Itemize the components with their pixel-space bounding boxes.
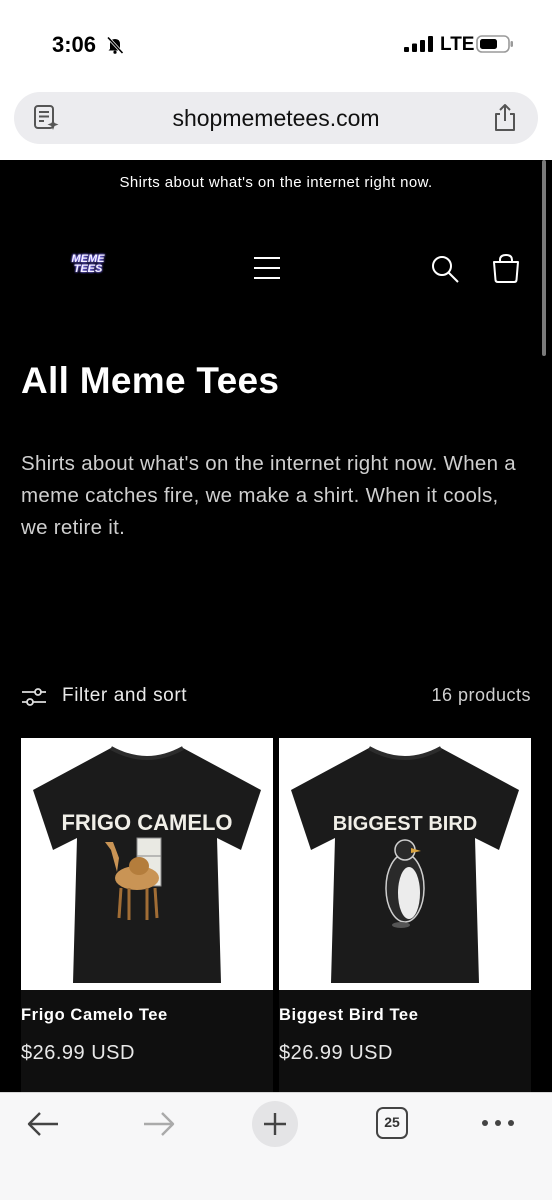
shirt-print-text: FRIGO CAMELO [61, 810, 232, 835]
battery-icon [476, 35, 513, 53]
product-count: 16 products [431, 685, 531, 705]
back-arrow-icon[interactable] [26, 1109, 60, 1139]
filter-sliders-icon[interactable] [21, 686, 47, 708]
bell-muted-icon [106, 36, 124, 54]
product-image[interactable]: FRIGO CAMELO [21, 738, 273, 990]
site-logo[interactable]: MEME TEES [70, 254, 106, 280]
collection-description: Shirts about what's on the internet righ… [21, 452, 517, 539]
announcement-bar: Shirts about what's on the internet righ… [119, 174, 433, 191]
product-price: $26.99 USD [21, 1042, 135, 1064]
network-label: LTE [440, 34, 475, 55]
status-time: 3:06 [52, 32, 97, 57]
product-grid: FRIGO CAMELO Frigo Camelo Tee $26.99 USD [21, 738, 531, 1092]
tshirt-image: FRIGO CAMELO [33, 746, 261, 983]
filter-row: Filter and sort 16 products [21, 682, 531, 712]
web-page: Shirts about what's on the internet righ… [0, 160, 552, 1092]
cart-icon[interactable] [490, 252, 522, 284]
tshirt-image: BIGGEST BIRD [291, 746, 519, 983]
more-options-icon[interactable] [480, 1111, 516, 1135]
browser-address-area: shopmemetees.com [0, 88, 552, 160]
product-image[interactable]: BIGGEST BIRD [279, 738, 531, 990]
product-card[interactable]: BIGGEST BIRD Biggest Bird Tee $26.99 USD [279, 738, 531, 1092]
new-tab-button[interactable] [252, 1101, 298, 1147]
filter-and-sort-button[interactable]: Filter and sort [62, 685, 187, 707]
tabs-button[interactable]: 25 [376, 1107, 408, 1139]
product-card[interactable]: FRIGO CAMELO Frigo Camelo Tee $26.99 USD [21, 738, 273, 1092]
product-name[interactable]: Frigo Camelo Tee [21, 1006, 168, 1025]
product-name[interactable]: Biggest Bird Tee [279, 1006, 418, 1025]
collection-title: All Meme Tees [21, 360, 280, 401]
hamburger-menu-icon[interactable] [252, 254, 282, 282]
status-bar: 3:06 LTE [0, 0, 552, 88]
share-icon[interactable] [492, 103, 518, 133]
shirt-print-text: BIGGEST BIRD [333, 813, 477, 835]
address-bar[interactable]: shopmemetees.com [14, 92, 538, 144]
plus-icon [264, 1113, 286, 1135]
browser-toolbar: 25 [0, 1092, 552, 1200]
logo-line2: TEES [73, 263, 103, 275]
signal-icon [404, 36, 433, 52]
url-text[interactable]: shopmemetees.com [14, 105, 538, 132]
forward-arrow-icon[interactable] [142, 1109, 176, 1139]
product-price: $26.99 USD [279, 1042, 393, 1064]
search-icon[interactable] [430, 254, 460, 284]
